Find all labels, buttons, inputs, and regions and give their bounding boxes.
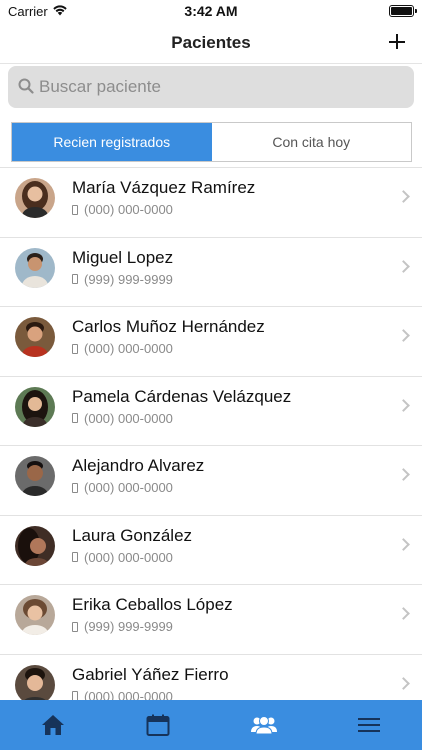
patient-phone: (000) 000-0000 — [72, 480, 173, 495]
status-bar: Carrier 3:42 AM — [0, 0, 422, 24]
search-bar[interactable] — [8, 66, 414, 108]
chevron-right-icon — [397, 398, 410, 412]
mobile-phone-icon — [72, 204, 78, 215]
patient-phone: (999) 999-9999 — [72, 619, 173, 634]
tab-home[interactable] — [0, 700, 106, 750]
mobile-phone-icon — [72, 413, 78, 423]
patient-phone: (000) 000-0000 — [72, 202, 173, 217]
tab-recien-registrados[interactable]: Recien registrados — [12, 123, 212, 161]
phone-number: (000) 000-0000 — [84, 202, 173, 217]
avatar — [15, 386, 55, 427]
chevron-right-icon — [397, 676, 410, 690]
chevron-right-icon — [397, 259, 410, 273]
patient-name: Alejandro Alvarez — [72, 456, 205, 475]
phone-number: (999) 999-9999 — [84, 619, 173, 634]
battery-icon — [389, 5, 417, 17]
phone-number: (000) 000-0000 — [84, 410, 173, 426]
patient-phone: (000) 000-0000 — [72, 550, 173, 565]
patient-row[interactable]: María Vázquez Ramírez (000) 000-0000 — [0, 168, 422, 238]
segmented-control: Recien registrados Con cita hoy — [11, 122, 412, 162]
patient-row[interactable]: Erika Ceballos López (999) 999-9999 — [0, 585, 422, 655]
patient-row[interactable]: Miguel Lopez (999) 999-9999 — [0, 238, 422, 307]
tab-bar — [0, 700, 422, 750]
clock-time: 3:42 AM — [184, 3, 238, 19]
mobile-phone-icon — [72, 482, 78, 493]
chevron-right-icon — [397, 607, 410, 620]
avatar — [15, 456, 55, 496]
navigation-bar: Pacientes — [0, 24, 422, 64]
avatar — [15, 317, 55, 357]
mobile-phone-icon — [72, 552, 78, 562]
tab-patients[interactable] — [211, 700, 317, 750]
patient-name: Erika Ceballos López — [72, 595, 233, 614]
home-icon — [41, 715, 64, 735]
avatar — [15, 664, 55, 705]
phone-number: (999) 999-9999 — [84, 271, 173, 287]
tab-menu[interactable] — [317, 700, 422, 750]
search-icon — [18, 78, 34, 94]
avatar — [15, 595, 55, 635]
patient-row[interactable]: Pamela Cárdenas Velázquez (000) 000-0000 — [0, 377, 422, 446]
menu-icon — [358, 718, 381, 732]
patient-row[interactable]: Laura González (000) 000-0000 — [0, 516, 422, 585]
chevron-right-icon — [397, 329, 410, 342]
search-input[interactable] — [39, 66, 399, 108]
avatar — [15, 178, 55, 218]
patient-row[interactable]: Alejandro Alvarez (000) 000-0000 — [0, 446, 422, 516]
phone-number: (000) 000-0000 — [84, 549, 173, 565]
patient-name: Miguel Lopez — [72, 247, 174, 267]
chevron-right-icon — [397, 468, 410, 481]
chevron-right-icon — [397, 537, 410, 551]
tab-con-cita-hoy[interactable]: Con cita hoy — [212, 123, 412, 161]
patient-name: Carlos Muñoz Hernández — [72, 317, 265, 336]
tab-calendar[interactable] — [106, 700, 212, 750]
patient-row[interactable]: Carlos Muñoz Hernández (000) 000-0000 — [0, 307, 422, 377]
patient-name: María Vázquez Ramírez — [72, 178, 256, 197]
phone-number: (000) 000-0000 — [84, 341, 173, 356]
patient-name: Pamela Cárdenas Velázquez — [72, 386, 292, 406]
avatar — [15, 247, 55, 288]
mobile-phone-icon — [72, 274, 78, 284]
mobile-phone-icon — [72, 343, 78, 354]
page-title: Pacientes — [171, 33, 251, 52]
patient-name: Laura González — [72, 525, 193, 545]
patient-phone: (000) 000-0000 — [72, 341, 173, 356]
patients-icon — [250, 716, 277, 735]
mobile-phone-icon — [72, 621, 78, 632]
patient-phone: (000) 000-0000 — [72, 411, 173, 426]
phone-number: (000) 000-0000 — [84, 480, 173, 495]
patient-name: Gabriel Yáñez Fierro — [72, 664, 229, 684]
chevron-right-icon — [397, 190, 410, 203]
calendar-icon — [146, 714, 170, 736]
add-patient-button[interactable] — [384, 29, 410, 55]
avatar — [15, 525, 55, 566]
patient-phone: (999) 999-9999 — [72, 272, 173, 287]
patient-list: María Vázquez Ramírez (000) 000-0000 Mig… — [0, 167, 422, 724]
